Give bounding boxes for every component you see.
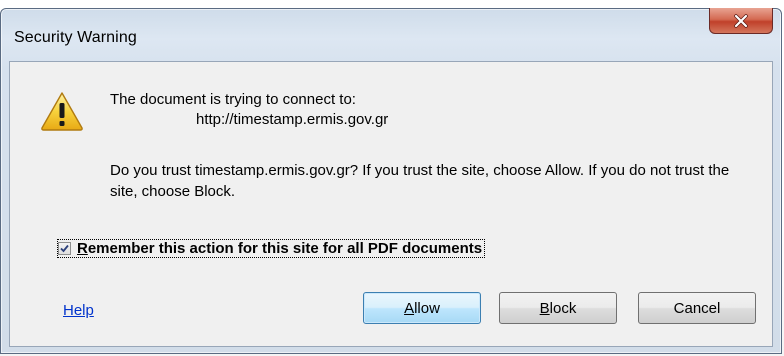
allow-button[interactable]: Allow bbox=[363, 292, 481, 324]
connection-intro-text: The document is trying to connect to: bbox=[110, 91, 356, 108]
block-label: lock bbox=[549, 299, 577, 317]
close-icon bbox=[733, 13, 749, 28]
remember-label[interactable]: Remember this action for this site for a… bbox=[77, 240, 482, 257]
remember-checkbox-row[interactable]: Remember this action for this site for a… bbox=[56, 239, 486, 258]
remember-checkbox[interactable] bbox=[58, 242, 71, 255]
remember-label-text: emember this action for this site for al… bbox=[87, 240, 483, 257]
title-bar[interactable]: Security Warning bbox=[1, 8, 781, 61]
dialog-body: The document is trying to connect to: ht… bbox=[9, 61, 773, 347]
block-mnemonic: B bbox=[539, 299, 550, 317]
security-warning-dialog: Security Warning The document is trying … bbox=[0, 8, 782, 354]
close-button[interactable] bbox=[709, 8, 773, 34]
allow-mnemonic: A bbox=[404, 299, 415, 317]
desktop-background: Security Warning The document is trying … bbox=[0, 0, 784, 356]
connection-message: The document is trying to connect to: ht… bbox=[110, 90, 388, 128]
allow-label: llow bbox=[414, 299, 440, 317]
cancel-label: Cancel bbox=[673, 299, 721, 317]
trust-question: Do you trust timestamp.ermis.gov.gr? If … bbox=[110, 162, 730, 200]
connection-url: http://timestamp.ermis.gov.gr bbox=[196, 111, 389, 128]
warning-icon bbox=[40, 91, 84, 131]
block-button[interactable]: Block bbox=[499, 292, 617, 324]
cancel-button[interactable]: Cancel bbox=[638, 292, 756, 324]
help-link[interactable]: Help bbox=[63, 302, 94, 319]
dialog-title: Security Warning bbox=[14, 29, 137, 46]
remember-mnemonic: R bbox=[77, 240, 88, 257]
